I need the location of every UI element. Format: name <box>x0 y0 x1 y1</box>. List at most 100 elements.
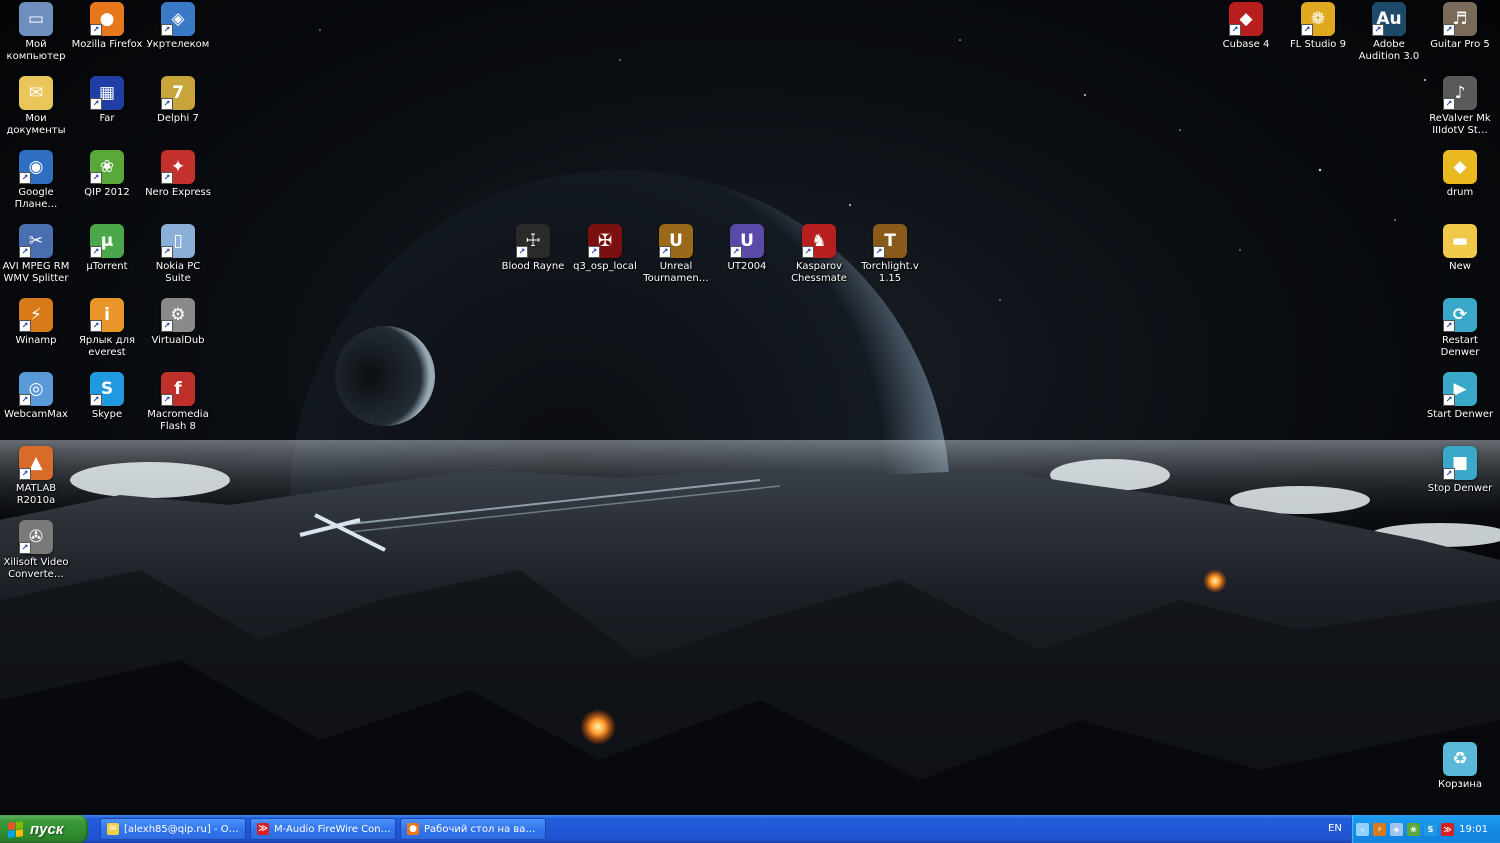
m-audio-icon: ≫ <box>257 823 269 835</box>
firefox-icon: ● ↗ <box>90 2 124 36</box>
desktop-icon-label: Укртелеком <box>146 39 210 50</box>
desktop-icon-cubase-4[interactable]: ◆ ↗ Cubase 4 <box>1210 2 1282 72</box>
space-landscape-image <box>0 29 1500 815</box>
desktop-icon-delphi-7[interactable]: 7 ↗ Delphi 7 <box>142 76 214 146</box>
shortcut-arrow-icon: ↗ <box>1372 24 1384 36</box>
shortcut-arrow-icon: ↗ <box>90 246 102 258</box>
video-splitter-icon: ✂ ↗ <box>19 224 53 258</box>
desktop-icon-мои-документы[interactable]: ✉ Мои документы <box>0 76 72 146</box>
shortcut-arrow-icon: ↗ <box>1443 468 1455 480</box>
shortcut-arrow-icon: ↗ <box>161 172 173 184</box>
desktop-icon-macromedia-flash-8[interactable]: f ↗ Macromedia Flash 8 <box>142 372 214 442</box>
desktop-icon-guitar-pro-5[interactable]: ♬ ↗ Guitar Pro 5 <box>1424 2 1496 72</box>
taskbar-button-1[interactable]: ✉ [alexh85@qip.ru] - O… <box>100 818 246 840</box>
desktop-icon-label: Delphi 7 <box>157 113 199 124</box>
desktop-icon-drum[interactable]: ◆ drum <box>1424 150 1496 220</box>
desktop-icon-revalver-mk-iiidotv-st[interactable]: ♪ ↗ ReValver Mk IIIdotV St… <box>1424 76 1496 146</box>
desktop-icon-label: WebcamMax <box>4 409 68 420</box>
desktop-icon-label: Guitar Pro 5 <box>1430 39 1490 50</box>
desktop-icon-label: Far <box>99 113 115 124</box>
desktop-icon-start-denwer[interactable]: ▶ ↗ Start Denwer <box>1424 372 1496 442</box>
language-indicator[interactable]: EN <box>1328 823 1342 834</box>
start-button[interactable]: пуск <box>0 815 88 843</box>
system-tray: EN ‹ ⚡ ◈ ❀ S ≫ 19:01 <box>1328 815 1500 843</box>
desktop-icon-label: Start Denwer <box>1426 409 1494 420</box>
desktop-icon-virtualdub[interactable]: ⚙ ↗ VirtualDub <box>142 298 214 368</box>
desktop-icon-label: ReValver Mk IIIdotV St… <box>1429 113 1491 136</box>
shortcut-arrow-icon: ↗ <box>90 320 102 332</box>
desktop-icon-укртелеком[interactable]: ◈ ↗ Укртелеком <box>142 2 214 72</box>
network-tray-icon[interactable]: ◈ <box>1390 822 1403 836</box>
desktop-icon-matlab-r2010a[interactable]: ▲ ↗ MATLAB R2010a <box>0 446 72 516</box>
desktop-icon-label: Nero Express <box>145 187 211 198</box>
desktop-icon-torrent[interactable]: µ ↗ µTorrent <box>71 224 143 294</box>
clock[interactable]: 19:01 <box>1459 824 1488 835</box>
desktop-icon-xilisoft-video-converte[interactable]: ✇ ↗ Xilisoft Video Converte… <box>0 520 72 590</box>
shortcut-arrow-icon: ↗ <box>90 394 102 406</box>
desktop-icon-label: Adobe Audition 3.0 <box>1358 39 1420 62</box>
desktop-icon-google-плане[interactable]: ◉ ↗ Google Плане… <box>0 150 72 220</box>
taskbar-button-3[interactable]: ● Рабочий стол на ва… <box>400 818 546 840</box>
denwer-restart-icon: ⟳ ↗ <box>1443 298 1477 332</box>
unreal-tournament-icon: U ↗ <box>659 224 693 258</box>
shortcut-arrow-icon: ↗ <box>161 98 173 110</box>
skype-tray-icon[interactable]: S <box>1424 822 1437 836</box>
desktop-icon-q3-osp-local[interactable]: ✠ ↗ q3_osp_local <box>569 224 641 294</box>
desktop-icon-nokia-pc-suite[interactable]: ▯ ↗ Nokia PC Suite <box>142 224 214 294</box>
google-earth-icon: ◉ ↗ <box>19 150 53 184</box>
desktop-icon-adobe-audition-3-0[interactable]: Au ↗ Adobe Audition 3.0 <box>1353 2 1425 72</box>
winamp-tray-icon[interactable]: ⚡ <box>1373 822 1386 836</box>
desktop-icon-мой-компьютер[interactable]: ▭ Мой компьютер <box>0 2 72 72</box>
shortcut-arrow-icon: ↗ <box>161 246 173 258</box>
desktop-icon-label: Unreal Tournamen… <box>643 261 709 284</box>
shortcut-arrow-icon: ↗ <box>90 24 102 36</box>
desktop-icon-stop-denwer[interactable]: ■ ↗ Stop Denwer <box>1424 446 1496 516</box>
desktop-icon-far[interactable]: ▦ ↗ Far <box>71 76 143 146</box>
tray-icons: ‹ ⚡ ◈ ❀ S ≫ <box>1352 822 1454 836</box>
documents-folder-icon: ✉ <box>19 76 53 110</box>
shortcut-arrow-icon: ↗ <box>873 246 885 258</box>
winamp-icon: ⚡ ↗ <box>19 298 53 332</box>
shortcut-arrow-icon: ↗ <box>161 394 173 406</box>
desktop-icon-nero-express[interactable]: ✦ ↗ Nero Express <box>142 150 214 220</box>
desktop-icon-webcammax[interactable]: ◎ ↗ WebcamMax <box>0 372 72 442</box>
desktop-icon-restart-denwer[interactable]: ⟳ ↗ Restart Denwer <box>1424 298 1496 368</box>
shortcut-arrow-icon: ↗ <box>19 542 31 554</box>
desktop-icon-label: Cubase 4 <box>1222 39 1270 50</box>
shortcut-arrow-icon: ↗ <box>1229 24 1241 36</box>
guitar-pro-icon: ♬ ↗ <box>1443 2 1477 36</box>
desktop-icon-label: Мои документы <box>6 113 66 136</box>
desktop-icon-label: Skype <box>91 409 123 420</box>
desktop-icon-label: Restart Denwer <box>1440 335 1480 358</box>
folder-icon: ▬ <box>1443 224 1477 258</box>
cubase-icon: ◆ ↗ <box>1229 2 1263 36</box>
desktop-icon-mozilla-firefox[interactable]: ● ↗ Mozilla Firefox <box>71 2 143 72</box>
desktop-icon-label: Корзина <box>1437 779 1483 790</box>
desktop-icon-skype[interactable]: S ↗ Skype <box>71 372 143 442</box>
shortcut-arrow-icon: ↗ <box>516 246 528 258</box>
qip-tray-icon[interactable]: ❀ <box>1407 822 1420 836</box>
desktop-icon-корзина[interactable]: ♻ Корзина <box>1424 742 1496 812</box>
flash-icon: f ↗ <box>161 372 195 406</box>
desktop-icon-avi-mpeg-rm-wmv-splitter[interactable]: ✂ ↗ AVI MPEG RM WMV Splitter <box>0 224 72 294</box>
desktop-icon-winamp[interactable]: ⚡ ↗ Winamp <box>0 298 72 368</box>
shortcut-arrow-icon: ↗ <box>1443 394 1455 406</box>
shortcut-arrow-icon: ↗ <box>1301 24 1313 36</box>
desktop-icon-ut2004[interactable]: U ↗ UT2004 <box>711 224 783 294</box>
desktop-icon-new[interactable]: ▬ New <box>1424 224 1496 294</box>
desktop-icon-label: FL Studio 9 <box>1290 39 1346 50</box>
desktop-icon-ярлык-для-everest[interactable]: i ↗ Ярлык для everest <box>71 298 143 368</box>
m-audio-tray-icon[interactable]: ≫ <box>1441 822 1454 836</box>
desktop-icon-blood-rayne[interactable]: ☩ ↗ Blood Rayne <box>497 224 569 294</box>
desktop-icon-label: QIP 2012 <box>84 187 130 198</box>
taskbar-button-2[interactable]: ≫ M-Audio FireWire Con… <box>250 818 396 840</box>
desktop-icon-torchlight-v-1-15[interactable]: T ↗ Torchlight.v 1.15 <box>854 224 926 294</box>
utorrent-icon: µ ↗ <box>90 224 124 258</box>
desktop-icon-fl-studio-9[interactable]: ❁ ↗ FL Studio 9 <box>1282 2 1354 72</box>
desktop-icon-kasparov-chessmate[interactable]: ♞ ↗ Kasparov Chessmate <box>783 224 855 294</box>
arrow-left-icon[interactable]: ‹ <box>1356 822 1369 836</box>
desktop-icon-unreal-tournamen[interactable]: U ↗ Unreal Tournamen… <box>640 224 712 294</box>
desktop-icon-qip-2012[interactable]: ❀ ↗ QIP 2012 <box>71 150 143 220</box>
matlab-icon: ▲ ↗ <box>19 446 53 480</box>
desktop-icon-label: µTorrent <box>86 261 128 272</box>
